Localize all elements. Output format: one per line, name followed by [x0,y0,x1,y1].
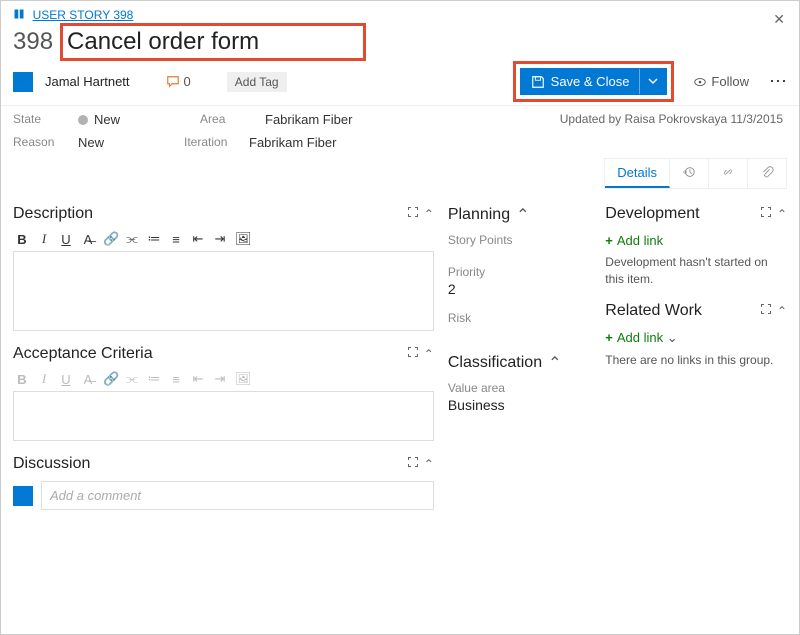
fullscreen-icon[interactable] [408,207,418,217]
tab-history[interactable] [670,159,709,188]
link-icon [721,165,735,179]
chevron-down-icon: ⌄ [667,330,678,345]
section-planning-title: Planning [448,206,510,224]
reason-value[interactable]: New [78,135,104,150]
section-development-title: Development [605,205,699,223]
collapse-icon[interactable]: ⌃ [548,353,561,373]
priority-value[interactable]: 2 [448,281,591,297]
breadcrumb[interactable]: USER STORY 398 [33,8,134,22]
add-development-link[interactable]: +Add link [605,233,663,248]
value-area-value[interactable]: Business [448,397,591,413]
save-icon [531,75,545,89]
story-points-label: Story Points [448,233,591,247]
add-related-link[interactable]: +Add link ⌄ [605,330,677,346]
comment-input[interactable]: Add a comment [41,481,434,510]
collapse-icon[interactable]: ⌃ [777,207,787,221]
bullets-icon[interactable]: ≔ [147,231,161,247]
follow-button[interactable]: Follow [693,74,749,89]
tab-attachments[interactable] [748,159,786,188]
avatar [13,72,33,92]
fullscreen-icon[interactable] [408,347,418,357]
history-icon [682,165,696,179]
tab-details[interactable]: Details [605,159,670,188]
image-icon[interactable]: 🖼 [235,231,249,247]
value-area-label: Value area [448,381,591,395]
collapse-icon[interactable]: ⌃ [424,207,434,221]
priority-label: Priority [448,265,591,279]
save-close-button[interactable]: Save & Close [521,69,640,94]
state-value[interactable]: New [78,112,120,127]
clear-format-icon[interactable]: A̶ [81,232,95,247]
related-empty-text: There are no links in this group. [605,352,787,369]
tab-bar: Details [604,158,787,189]
collapse-icon[interactable]: ⌃ [424,457,434,471]
collapse-icon[interactable]: ⌃ [424,347,434,361]
underline-icon[interactable]: U [59,232,73,247]
development-empty-text: Development hasn't started on this item. [605,254,787,288]
collapse-icon[interactable]: ⌃ [777,304,787,318]
close-icon[interactable]: ✕ [773,11,785,28]
link-icon[interactable]: 🔗 [103,231,117,247]
collapse-icon[interactable]: ⌃ [516,205,529,225]
fullscreen-icon[interactable] [761,207,771,217]
title-input[interactable] [63,26,363,58]
acceptance-editor[interactable] [13,391,434,441]
section-acceptance-title: Acceptance Criteria [13,345,153,363]
attachment-icon [760,165,774,179]
add-tag-button[interactable]: Add Tag [227,72,287,92]
indent-icon[interactable]: ⇥ [213,231,227,247]
section-classification-title: Classification [448,354,542,372]
avatar [13,486,33,506]
user-story-icon [13,8,25,20]
iteration-label: Iteration [184,135,249,150]
fullscreen-icon[interactable] [761,304,771,314]
assignee-name[interactable]: Jamal Hartnett [45,74,130,89]
unlink-icon[interactable]: ⫘ [125,231,139,247]
updated-by-text: Updated by Raisa Pokrovskaya 11/3/2015 [560,112,787,127]
eye-icon [693,75,707,89]
section-discussion-title: Discussion [13,455,90,473]
iteration-value[interactable]: Fabrikam Fiber [249,135,336,150]
fullscreen-icon[interactable] [408,457,418,467]
work-item-id: 398 [13,28,53,56]
more-menu-button[interactable]: ⋯ [769,71,787,92]
area-value[interactable]: Fabrikam Fiber [265,112,352,127]
outdent-icon[interactable]: ⇤ [191,231,205,247]
acceptance-toolbar: BIUA̶🔗⫘≔≡⇤⇥🖼 [13,367,434,391]
description-toolbar: B I U A̶ 🔗 ⫘ ≔ ≡ ⇤ ⇥ 🖼 [13,227,434,251]
risk-label: Risk [448,311,591,325]
numbered-icon[interactable]: ≡ [169,232,183,247]
tab-links[interactable] [709,159,748,188]
italic-icon[interactable]: I [37,231,51,247]
reason-label: Reason [13,135,78,150]
section-related-title: Related Work [605,302,702,320]
area-label: Area [200,112,265,127]
comment-count[interactable]: 0 [166,74,191,89]
section-description-title: Description [13,205,93,223]
bold-icon[interactable]: B [15,232,29,247]
chevron-down-icon [648,76,658,86]
comment-icon [166,75,180,89]
state-label: State [13,112,78,127]
description-editor[interactable] [13,251,434,331]
save-dropdown-button[interactable] [639,69,666,94]
